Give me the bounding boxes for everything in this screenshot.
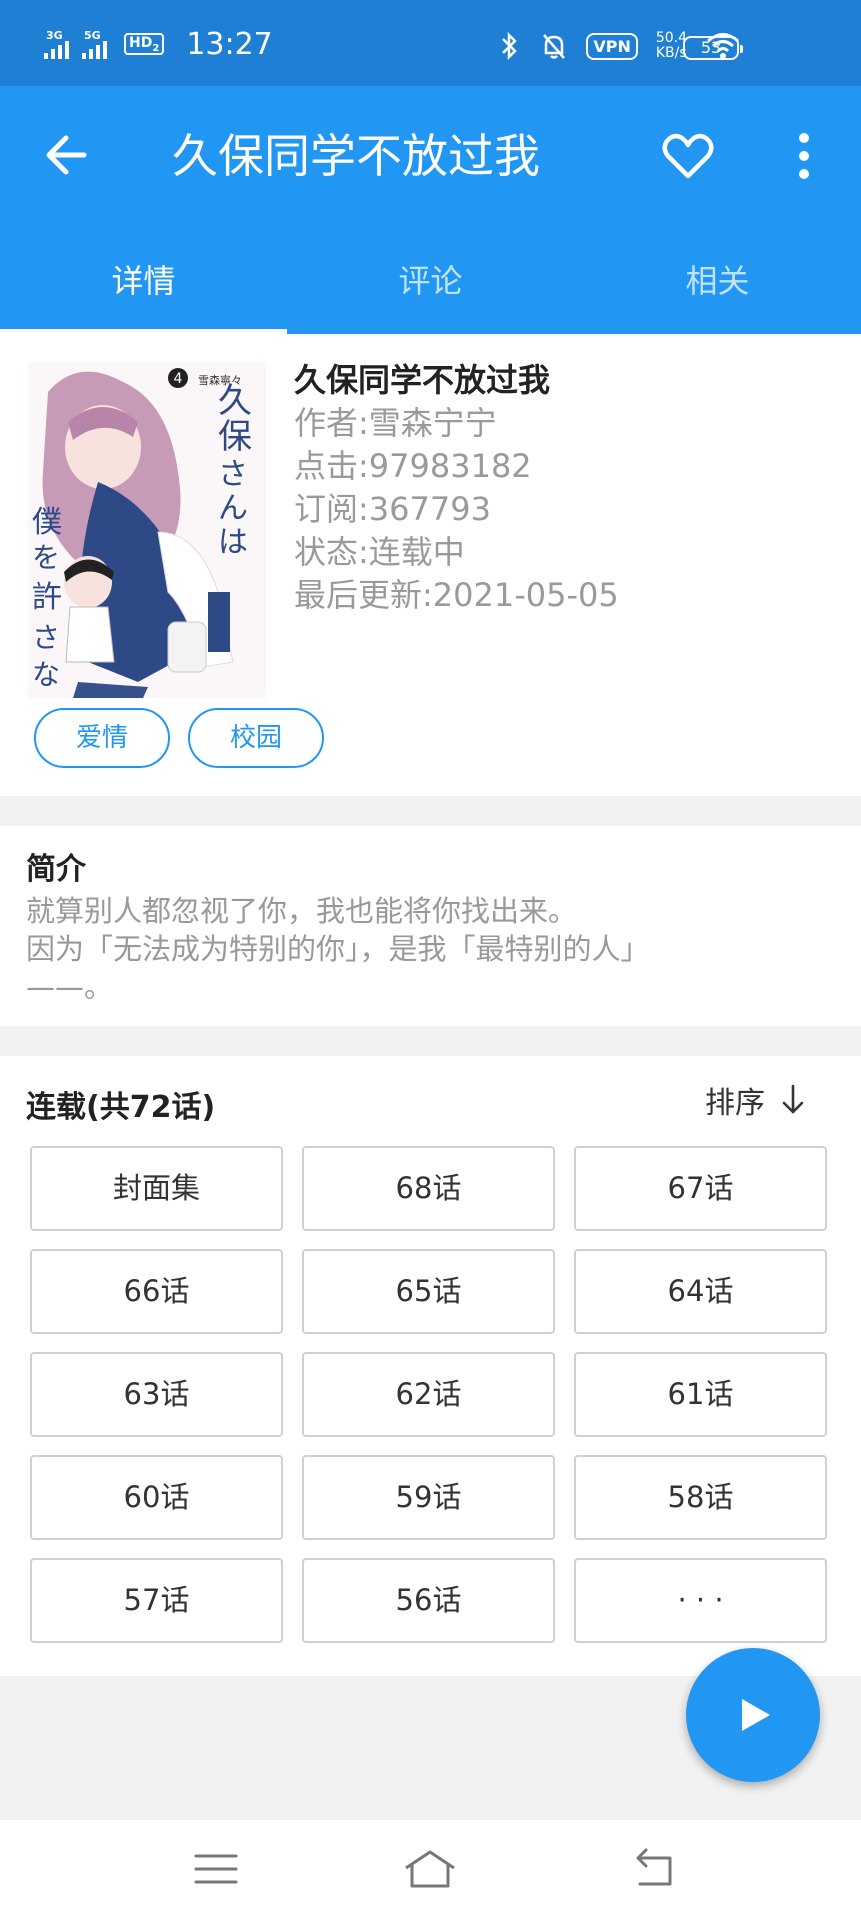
tag-school[interactable]: 校园 [188, 708, 324, 768]
comic-clicks: 点击:97983182 [294, 447, 532, 485]
hd-sub-label: 2 [152, 42, 160, 54]
app-bar: 久保同学不放过我 详情 评论 相关 [0, 86, 861, 334]
detail-card: 4 久 保 さ ん は 僕 を 許 さ な 雪森寧々 久保同学不放过我 作者:雪… [0, 334, 861, 796]
intro-line-3: ——。 [26, 970, 114, 1004]
play-icon [742, 1699, 770, 1731]
cover-title-4: ん [218, 491, 248, 526]
cover-title-10: な [32, 658, 60, 691]
signal-3g-icon: 3G [44, 29, 72, 59]
cover-title-2: 保 [218, 417, 252, 457]
comic-status: 状态:连载中 [294, 533, 465, 571]
chapter-button[interactable]: 63话 [30, 1352, 283, 1437]
chapter-button[interactable]: 68话 [302, 1146, 555, 1231]
page-title: 久保同学不放过我 [172, 129, 540, 183]
cover-title-9: さ [32, 621, 60, 654]
sort-label: 排序 [705, 1086, 765, 1121]
tab-details[interactable]: 详情 [0, 246, 287, 334]
read-play-button[interactable] [686, 1648, 820, 1782]
hd-label: HD [129, 34, 153, 51]
cover-title-7: を [32, 541, 60, 574]
network-type-label-2: 5G [84, 29, 101, 42]
menu-icon[interactable] [188, 1844, 244, 1894]
status-left: 3G 5G HD2 13:27 [44, 22, 273, 66]
chapter-button[interactable]: 60话 [30, 1455, 283, 1540]
cover-volume: 4 [174, 371, 183, 387]
home-icon[interactable] [402, 1844, 458, 1894]
chapter-button[interactable]: 57话 [30, 1558, 283, 1643]
intro-line-2: 因为「无法成为特别的你」，是我「最特别的人」 [26, 932, 650, 966]
clock: 13:27 [186, 26, 273, 62]
chapter-button[interactable]: 66话 [30, 1249, 283, 1334]
tab-related[interactable]: 相关 [574, 246, 861, 334]
cover-title-5: は [218, 525, 248, 560]
status-bar: 3G 5G HD2 13:27 VPN 50.4 KB/s 53 [0, 0, 861, 86]
network-type-label: 3G [46, 29, 63, 42]
comic-subscriptions: 订阅:367793 [294, 490, 491, 528]
chapter-button[interactable]: 封面集 [30, 1146, 283, 1231]
favorite-heart-icon[interactable] [660, 128, 716, 184]
system-nav-bar [0, 1820, 861, 1920]
hd-icon: HD2 [124, 32, 165, 56]
back-arrow-icon[interactable] [40, 128, 94, 182]
tag-list: 爱情 校园 [34, 708, 324, 768]
cover-author: 雪森寧々 [198, 373, 242, 387]
comic-author[interactable]: 作者:雪森宁宁 [294, 402, 619, 445]
chapter-button[interactable]: 56话 [302, 1558, 555, 1643]
chapter-button[interactable]: 65话 [302, 1249, 555, 1334]
vpn-badge: VPN [586, 32, 638, 60]
cover-illustration: 4 久 保 さ ん は 僕 を 許 さ な 雪森寧々 [28, 362, 266, 698]
chapters-heading: 连载(共72话) [26, 1090, 216, 1125]
intro-heading: 简介 [26, 852, 86, 887]
mute-bell-icon [543, 34, 566, 59]
back-icon[interactable] [626, 1844, 682, 1894]
sort-button[interactable]: 排序 [705, 1078, 805, 1122]
cover-title-1: 久 [218, 381, 252, 421]
chapter-button[interactable]: 62话 [302, 1352, 555, 1437]
cover-title-3: さ [218, 457, 248, 492]
page: 3G 5G HD2 13:27 VPN 50.4 KB/s 53 久保同学不放过… [0, 0, 861, 1920]
chapter-button[interactable]: 64话 [574, 1249, 827, 1334]
cover-image[interactable]: 4 久 保 さ ん は 僕 を 許 さ な 雪森寧々 [28, 362, 266, 698]
chapter-button[interactable]: 67话 [574, 1146, 827, 1231]
more-vertical-icon[interactable] [786, 128, 822, 184]
chapter-button[interactable]: 58话 [574, 1455, 827, 1540]
chapter-button[interactable]: 59话 [302, 1455, 555, 1540]
intro-line-1: 就算别人都忽视了你，我也能将你找出来。 [26, 894, 578, 928]
tab-comments[interactable]: 评论 [287, 246, 574, 334]
comic-info: 久保同学不放过我 作者:雪森宁宁 点击:97983182 订阅:367793 状… [294, 358, 619, 617]
chapter-grid: 封面集 68话 67话 66话 65话 64话 63话 62话 61话 60话 … [30, 1146, 828, 1643]
bluetooth-icon [502, 31, 518, 61]
cover-title-8: 許 [32, 580, 62, 615]
intro-text: 就算别人都忽视了你，我也能将你找出来。 因为「无法成为特别的你」，是我「最特别的… [26, 892, 826, 1006]
comic-name: 久保同学不放过我 [294, 361, 551, 399]
show-more-chapters-button[interactable]: · · · [574, 1558, 827, 1643]
comic-last-update: 最后更新:2021-05-05 [294, 576, 619, 614]
signal-5g-icon: 5G [82, 29, 110, 59]
tab-bar: 详情 评论 相关 [0, 246, 861, 334]
battery-indicator: 53 [683, 36, 743, 60]
tag-romance[interactable]: 爱情 [34, 708, 170, 768]
intro-card: 简介 就算别人都忽视了你，我也能将你找出来。 因为「无法成为特别的你」，是我「最… [0, 826, 861, 1026]
chapter-button[interactable]: 61话 [574, 1352, 827, 1437]
arrow-down-icon [782, 1084, 804, 1114]
cover-title-6: 僕 [32, 505, 62, 540]
chapters-card: 连载(共72话) 排序 封面集 68话 67话 66话 65话 64话 63话 … [0, 1056, 861, 1676]
